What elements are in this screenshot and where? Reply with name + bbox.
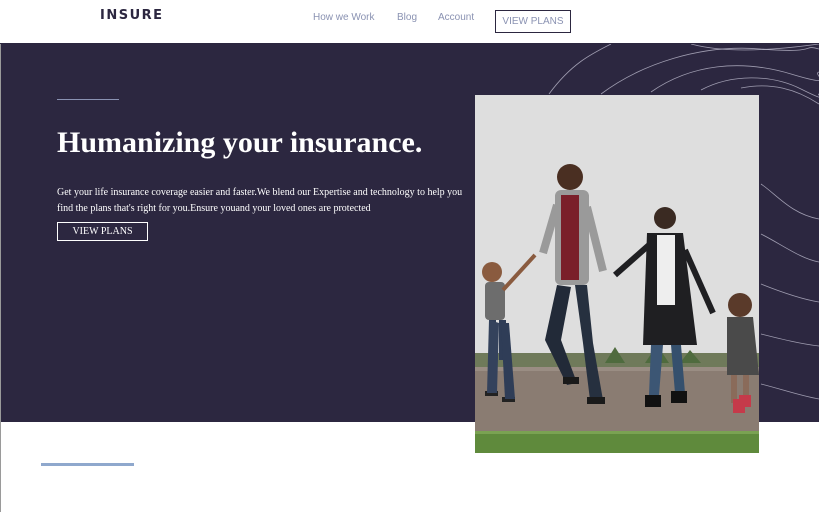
hero-description: Get your life insurance coverage easier … (57, 187, 463, 214)
section-accent-line (41, 463, 134, 466)
nav-link-account[interactable]: Account (438, 12, 474, 23)
family-walking-photo (475, 95, 759, 453)
nav-link-how-we-work[interactable]: How we Work (313, 12, 375, 23)
hero-title: Humanizing your insurance. (57, 126, 423, 159)
view-plans-button-hero[interactable]: VIEW PLANS (57, 222, 148, 241)
navbar: INSURE How we Work Blog Account VIEW PLA… (0, 0, 819, 44)
nav-link-blog[interactable]: Blog (397, 12, 417, 23)
hero-accent-line (57, 99, 119, 100)
view-plans-button-header[interactable]: VIEW PLANS (495, 10, 571, 33)
logo[interactable]: INSURE (100, 8, 164, 23)
